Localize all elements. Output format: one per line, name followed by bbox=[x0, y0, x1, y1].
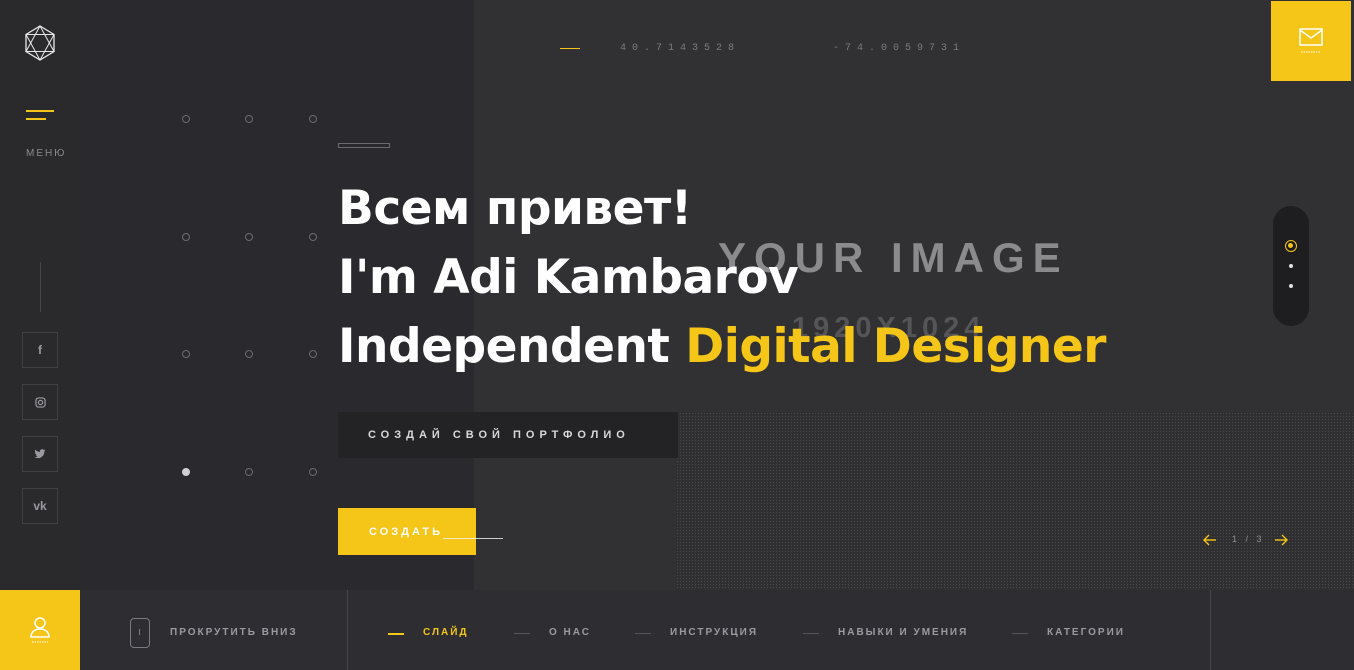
mouse-icon bbox=[130, 618, 150, 648]
nav-dash bbox=[1012, 633, 1028, 634]
nav-item-instructions[interactable]: ИНСТРУКЦИЯ bbox=[670, 627, 758, 638]
user-icon bbox=[30, 617, 50, 643]
bottom-divider bbox=[1210, 590, 1211, 670]
grid-dot bbox=[245, 233, 253, 241]
vk-icon: vk bbox=[33, 499, 47, 513]
nav-item-slide[interactable]: СЛАЙД bbox=[423, 627, 469, 638]
nav-dash-active bbox=[388, 633, 404, 635]
create-button[interactable]: СОЗДАТЬ bbox=[338, 508, 476, 555]
dotted-pattern bbox=[676, 412, 1354, 590]
nav-item-skills[interactable]: НАВЫКИ И УМЕНИЯ bbox=[838, 627, 968, 638]
grid-dot-active bbox=[182, 468, 190, 476]
menu-label: МЕНЮ bbox=[26, 148, 67, 159]
longitude-text: -74.0059731 bbox=[833, 43, 966, 54]
slide-pager bbox=[1273, 206, 1309, 326]
nav-dash bbox=[514, 633, 530, 634]
hero-decoration-line bbox=[338, 143, 390, 148]
left-sidebar: МЕНЮ f vk bbox=[0, 0, 80, 590]
grid-dot bbox=[182, 233, 190, 241]
facebook-link[interactable]: f bbox=[22, 332, 58, 368]
mail-icon bbox=[1299, 28, 1323, 53]
grid-dot bbox=[245, 115, 253, 123]
hero-role-accent: Digital Designer bbox=[685, 319, 1106, 374]
facebook-icon: f bbox=[38, 343, 42, 357]
create-button-underline bbox=[443, 538, 503, 539]
twitter-link[interactable] bbox=[22, 436, 58, 472]
hero-heading: Всем привет! I'm Adi Kambarov Independen… bbox=[338, 174, 1106, 381]
pager-dot[interactable] bbox=[1289, 284, 1293, 288]
twitter-icon bbox=[34, 449, 46, 459]
menu-line-icon bbox=[26, 110, 54, 112]
instagram-icon bbox=[34, 396, 46, 408]
hero-role-prefix: Independent bbox=[338, 319, 686, 374]
grid-dot bbox=[245, 350, 253, 358]
prev-arrow-icon[interactable] bbox=[1202, 532, 1218, 548]
nav-item-about[interactable]: О НАС bbox=[549, 627, 591, 638]
grid-dot bbox=[309, 233, 317, 241]
grid-dot bbox=[245, 468, 253, 476]
logo-icon[interactable] bbox=[24, 25, 56, 61]
sidebar-divider bbox=[40, 262, 41, 312]
hero-greeting: Всем привет! bbox=[338, 181, 692, 236]
vk-link[interactable]: vk bbox=[22, 488, 58, 524]
grid-dot bbox=[309, 468, 317, 476]
grid-dot bbox=[309, 350, 317, 358]
mail-button[interactable] bbox=[1271, 1, 1351, 81]
slide-counter: 1 / 3 bbox=[1232, 534, 1265, 544]
latitude-text: 40.7143528 bbox=[620, 43, 741, 54]
instagram-link[interactable] bbox=[22, 384, 58, 420]
hero-name: I'm Adi Kambarov bbox=[338, 250, 799, 305]
nav-item-categories[interactable]: КАТЕГОРИИ bbox=[1047, 627, 1125, 638]
menu-button[interactable] bbox=[26, 110, 56, 124]
hero-role: Independent Digital Designer bbox=[338, 312, 1106, 381]
pager-dot-active[interactable] bbox=[1285, 240, 1297, 252]
create-portfolio-button[interactable]: СОЗДАЙ СВОЙ ПОРТФОЛИО bbox=[338, 412, 678, 458]
user-button[interactable] bbox=[0, 590, 80, 670]
nav-dash bbox=[635, 633, 651, 634]
grid-dot bbox=[309, 115, 317, 123]
menu-line-icon bbox=[26, 118, 46, 120]
scroll-down-label[interactable]: ПРОКРУТИТЬ ВНИЗ bbox=[170, 627, 298, 638]
coordinates-dash bbox=[560, 48, 580, 49]
grid-dot bbox=[182, 350, 190, 358]
next-arrow-icon[interactable] bbox=[1273, 532, 1289, 548]
grid-dot bbox=[182, 115, 190, 123]
nav-dash bbox=[803, 633, 819, 634]
pager-dot[interactable] bbox=[1289, 264, 1293, 268]
